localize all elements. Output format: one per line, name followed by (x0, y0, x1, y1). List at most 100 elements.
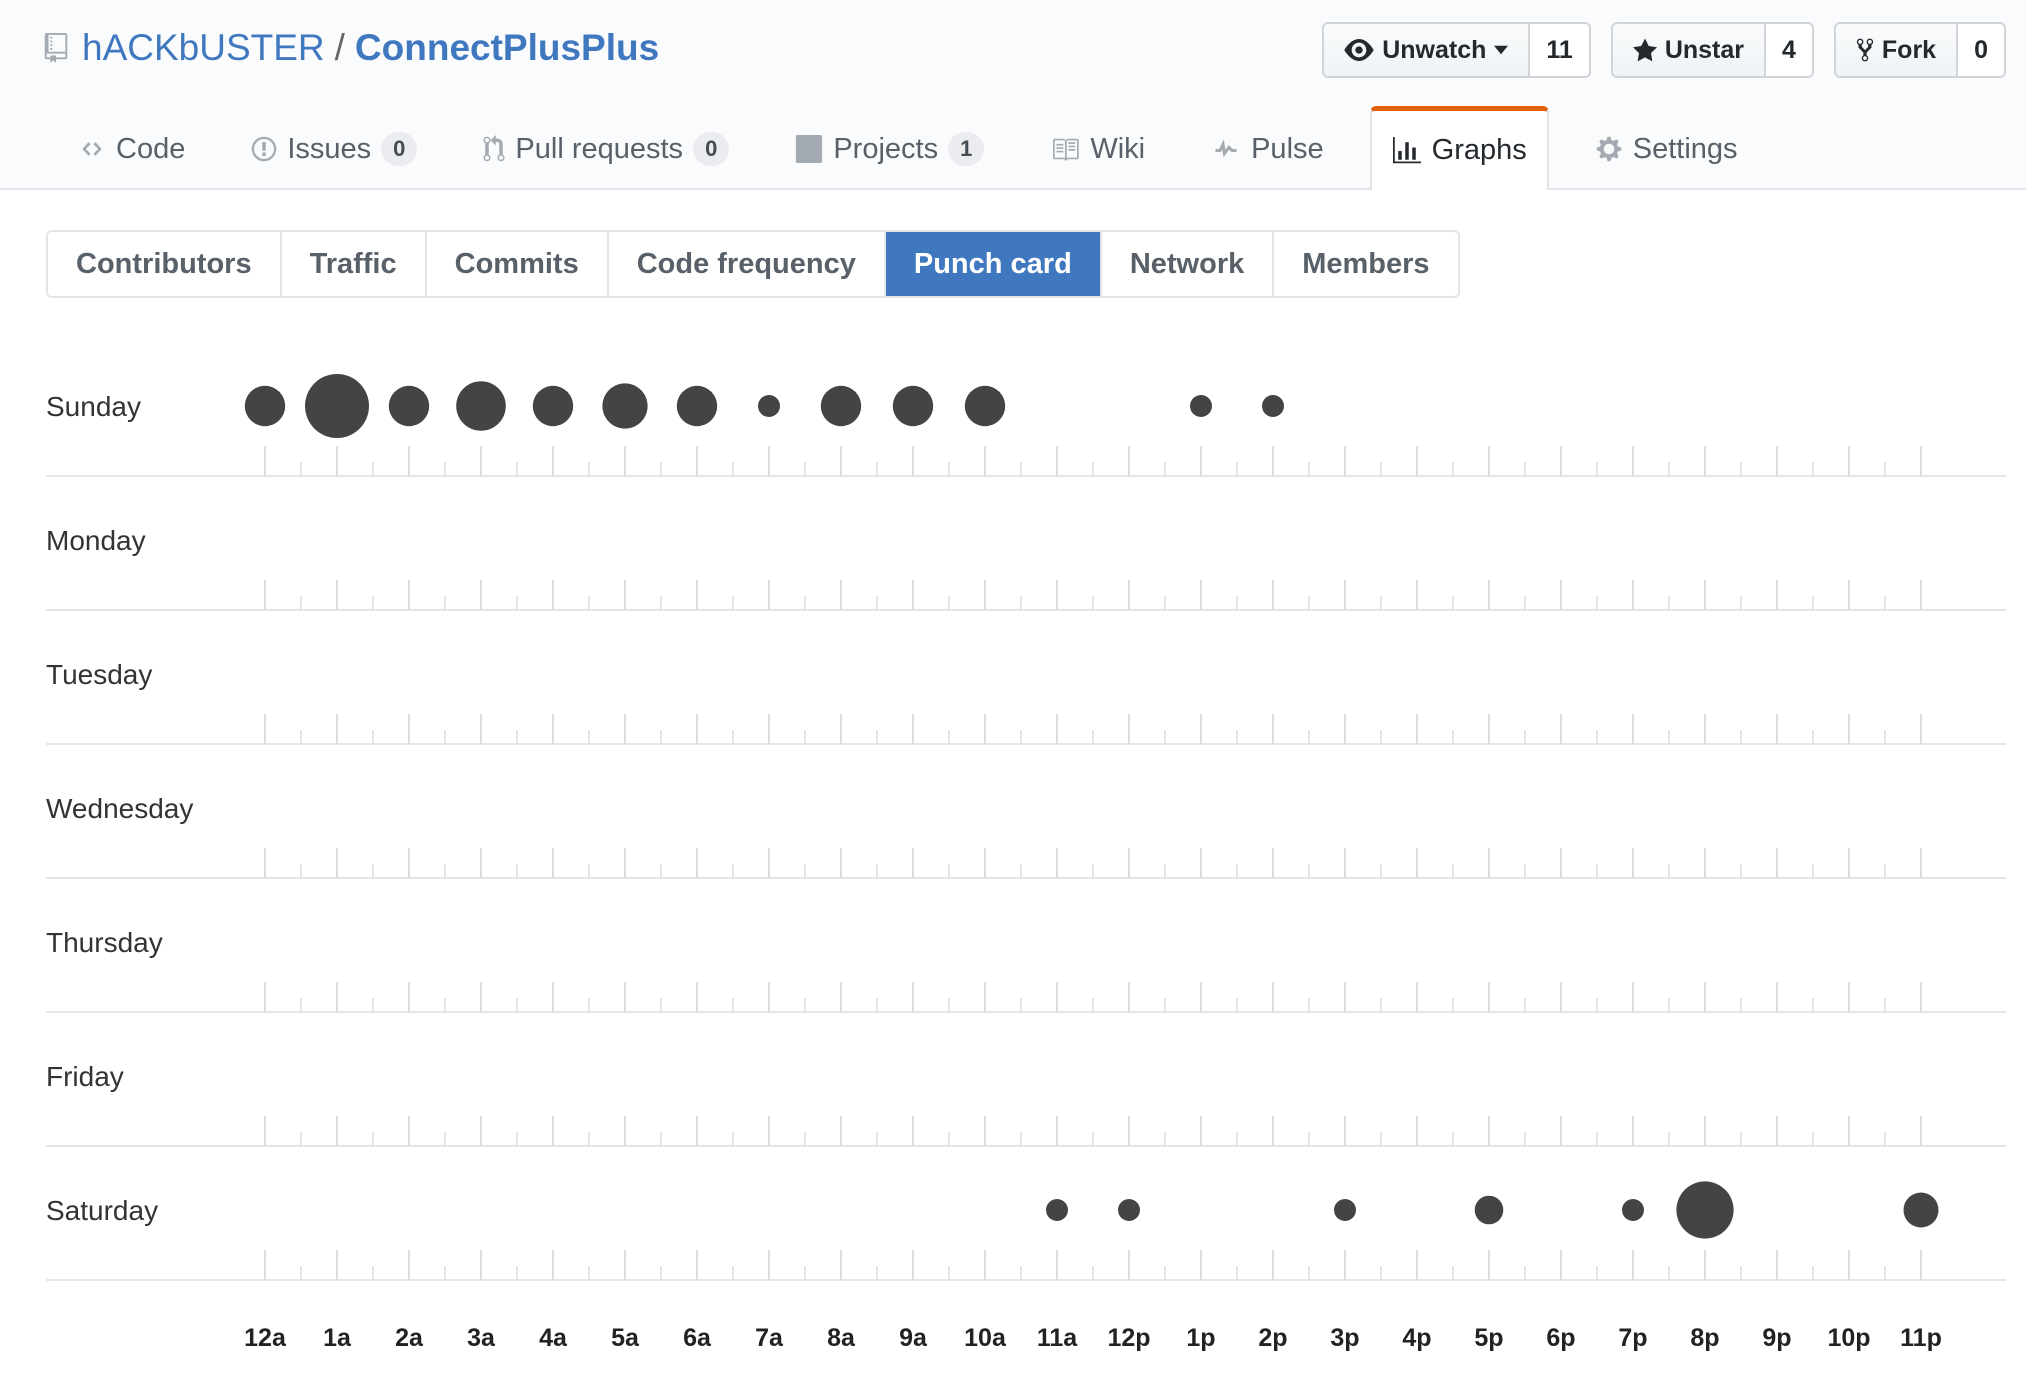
issue-opened-icon (252, 136, 277, 162)
tab-pulse-label: Pulse (1251, 132, 1324, 165)
hour-label-10p: 10p (1827, 1324, 1870, 1352)
tab-pull-requests-label: Pull requests (515, 132, 684, 165)
hour-label-11a: 11a (1037, 1324, 1078, 1352)
tab-settings[interactable]: Settings (1575, 108, 1758, 190)
hour-label-7p: 7p (1618, 1324, 1647, 1352)
day-label-sunday: Sunday (46, 391, 141, 422)
fork-button[interactable]: Fork (1833, 22, 1959, 78)
hour-label-6a: 6a (683, 1324, 712, 1352)
day-label-wednesday: Wednesday (46, 793, 193, 824)
unstar-button[interactable]: Unstar (1610, 22, 1766, 78)
star-group: Unstar 4 (1610, 22, 1814, 78)
hour-label-5a: 5a (611, 1324, 640, 1352)
punch-card-chart: Sunday Monday Tuesday Wednesday Thursday Frid… (46, 374, 2006, 1352)
day-label-saturday: Saturday (46, 1195, 158, 1226)
graphs-subnav: Contributors Traffic Commits Code freque… (46, 230, 1460, 298)
hour-label-7a: 7a (755, 1324, 784, 1352)
git-pull-request-icon (483, 135, 505, 162)
repo-separator: / (334, 27, 345, 68)
punch-dot-sunday-3a (456, 381, 506, 431)
issues-counter: 0 (381, 132, 418, 166)
tab-pulse[interactable]: Pulse (1191, 108, 1344, 190)
star-icon (1632, 38, 1657, 62)
day-label-monday: Monday (46, 525, 146, 556)
fork-group: Fork 0 (1833, 22, 2006, 78)
punch-dot-sunday-7a (758, 395, 780, 417)
punch-dot-sunday-2a (388, 385, 430, 427)
hour-label-10a: 10a (964, 1324, 1007, 1352)
hour-label-8a: 8a (827, 1324, 856, 1352)
tab-code-label: Code (116, 132, 186, 165)
hour-label-1a: 1a (323, 1324, 352, 1352)
hour-label-12a: 12a (244, 1324, 287, 1352)
tab-issues-label: Issues (287, 132, 372, 165)
projects-counter: 1 (948, 132, 985, 166)
tab-wiki[interactable]: Wiki (1030, 108, 1165, 190)
hour-label-12p: 12p (1107, 1324, 1150, 1352)
repo-nav: Code Issues 0 Pull requests 0 Projects 1 (58, 106, 1784, 190)
repo-owner-link[interactable]: hACKbUSTER (82, 27, 325, 69)
tab-issues[interactable]: Issues 0 (231, 108, 437, 190)
hour-label-2p: 2p (1258, 1324, 1287, 1352)
punch-card-day-labels: Sunday Monday Tuesday Wednesday Thursday Frid… (46, 391, 193, 1226)
project-icon (796, 135, 823, 163)
subnav-members[interactable]: Members (1274, 232, 1457, 296)
hour-label-6p: 6p (1546, 1324, 1575, 1352)
pull-requests-counter: 0 (693, 132, 730, 166)
unwatch-button[interactable]: Unwatch (1322, 22, 1531, 78)
punch-dot-saturday-11a (1046, 1199, 1068, 1221)
subnav-punch-card[interactable]: Punch card (885, 232, 1102, 296)
punch-dot-saturday-7p (1622, 1199, 1644, 1221)
repo-name-link[interactable]: ConnectPlusPlus (355, 27, 659, 69)
hour-label-4a: 4a (539, 1324, 568, 1352)
tab-projects[interactable]: Projects 1 (775, 108, 1004, 190)
repo-actions: Unwatch 11 Unstar 4 Fork 0 (1302, 22, 2006, 78)
fork-label: Fork (1881, 35, 1937, 64)
tab-graphs[interactable]: Graphs (1369, 106, 1549, 190)
subnav-network[interactable]: Network (1102, 232, 1275, 296)
hour-label-4p: 4p (1402, 1324, 1431, 1352)
day-label-friday: Friday (46, 1061, 124, 1092)
unwatch-label: Unwatch (1382, 35, 1487, 64)
punch-dot-sunday-8a (820, 385, 862, 427)
tab-graphs-label: Graphs (1431, 134, 1527, 166)
eye-icon (1344, 39, 1374, 61)
day-label-tuesday: Tuesday (46, 659, 152, 690)
stargazers-count[interactable]: 4 (1766, 22, 1814, 78)
hour-label-3p: 3p (1330, 1324, 1359, 1352)
punch-dot-sunday-6a (676, 385, 718, 427)
hour-label-9a: 9a (899, 1324, 928, 1352)
subnav-code-frequency[interactable]: Code frequency (609, 232, 886, 296)
unstar-label: Unstar (1664, 35, 1744, 64)
hour-label-3a: 3a (467, 1324, 496, 1352)
hour-label-2a: 2a (395, 1324, 424, 1352)
tab-pull-requests[interactable]: Pull requests 0 (463, 108, 749, 190)
gear-icon (1596, 136, 1621, 162)
punch-dot-sunday-5a (602, 383, 648, 429)
tab-code[interactable]: Code (58, 108, 205, 190)
subnav-traffic[interactable]: Traffic (282, 232, 427, 296)
punch-card-grid (46, 446, 2006, 1281)
repo-title: hACKbUSTER / ConnectPlusPlus (44, 22, 659, 74)
subnav-commits[interactable]: Commits (427, 232, 609, 296)
punch-dot-saturday-11p (1903, 1192, 1939, 1228)
pulse-icon (1215, 139, 1237, 158)
hour-label-8p: 8p (1690, 1324, 1719, 1352)
subnav-contributors[interactable]: Contributors (48, 232, 282, 296)
punch-dot-sunday-2p (1262, 395, 1284, 417)
hour-label-5p: 5p (1474, 1324, 1503, 1352)
caret-down-icon (1494, 45, 1509, 55)
watchers-count[interactable]: 11 (1530, 22, 1591, 78)
forks-count[interactable]: 0 (1958, 22, 2006, 78)
hour-label-9p: 9p (1762, 1324, 1791, 1352)
punch-dot-saturday-5p (1474, 1195, 1504, 1225)
hour-label-1p: 1p (1186, 1324, 1215, 1352)
fork-icon (1856, 38, 1874, 62)
graph-icon (1392, 136, 1421, 163)
punch-dot-sunday-1a (305, 374, 369, 438)
punch-dot-sunday-10a (964, 385, 1006, 427)
tab-settings-label: Settings (1632, 132, 1738, 165)
punch-card-dots (244, 374, 1939, 1239)
watch-group: Unwatch 11 (1322, 22, 1591, 78)
punch-dot-sunday-12a (244, 385, 286, 427)
